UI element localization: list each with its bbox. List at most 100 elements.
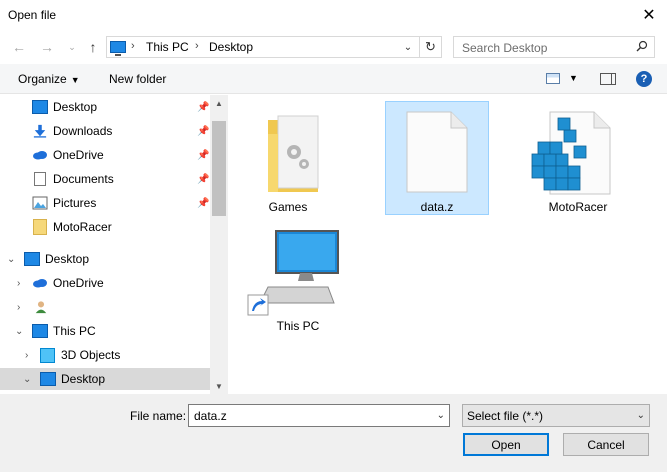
tree-item-label: This PC bbox=[53, 324, 96, 338]
file-name: MotoRacer bbox=[548, 200, 608, 214]
command-bar: Organize ▼ New folder ▼ ? bbox=[0, 64, 667, 94]
tree-item-user[interactable]: › bbox=[0, 296, 210, 318]
chevron-right-icon[interactable]: › bbox=[17, 302, 20, 313]
search-placeholder: Search Desktop bbox=[462, 41, 548, 55]
nav-item-label: MotoRacer bbox=[53, 220, 112, 234]
close-icon[interactable]: ✕ bbox=[639, 5, 659, 25]
nav-item-downloads[interactable]: Downloads 📌 bbox=[0, 120, 210, 142]
tree-item-desktop[interactable]: ⌄ Desktop bbox=[0, 248, 210, 270]
tree-item-onedrive[interactable]: › OneDrive bbox=[0, 272, 210, 294]
file-type-select[interactable]: Select file (*.*) ⌄ bbox=[462, 404, 650, 427]
breadcrumb-this-pc[interactable]: This PC bbox=[146, 40, 189, 54]
scrollbar-thumb[interactable] bbox=[212, 121, 226, 216]
nav-item-motoracer[interactable]: MotoRacer bbox=[0, 216, 210, 238]
chevron-down-icon[interactable]: ⌄ bbox=[23, 374, 31, 385]
nav-item-label: Documents bbox=[53, 172, 114, 186]
nav-item-documents[interactable]: Documents 📌 bbox=[0, 168, 210, 190]
pin-icon: 📌 bbox=[197, 173, 210, 185]
file-name-label: File name: bbox=[130, 409, 187, 423]
file-item-games[interactable]: Games bbox=[236, 102, 340, 216]
pin-icon: 📌 bbox=[197, 197, 210, 209]
chevron-down-icon[interactable]: ⌄ bbox=[15, 326, 23, 337]
pictures-icon bbox=[32, 196, 48, 210]
change-view-icon[interactable] bbox=[546, 73, 560, 84]
file-type-value: Select file (*.*) bbox=[467, 409, 544, 423]
recent-locations-chevron-icon[interactable]: ⌄ bbox=[63, 38, 81, 56]
address-row: ← → ⌄ ↑ › This PC › Desktop ⌄ ↻ Search D… bbox=[0, 30, 667, 64]
desktop-icon bbox=[32, 100, 48, 114]
open-button[interactable]: Open bbox=[463, 433, 549, 456]
breadcrumb-separator-icon[interactable]: › bbox=[195, 40, 199, 52]
file-item-this-pc[interactable]: This PC bbox=[246, 225, 350, 339]
nav-item-label: Desktop bbox=[53, 100, 98, 114]
onedrive-icon bbox=[33, 151, 47, 160]
title-bar: Open file ✕ bbox=[0, 0, 667, 30]
onedrive-icon bbox=[33, 279, 47, 288]
address-dropdown-icon[interactable]: ⌄ bbox=[401, 39, 415, 55]
nav-scrollbar[interactable]: ▲ ▼ bbox=[210, 95, 228, 394]
this-pc-icon bbox=[247, 230, 339, 316]
organize-label: Organize bbox=[18, 72, 67, 86]
file-item-data-z[interactable]: data.z bbox=[385, 101, 489, 215]
organize-button[interactable]: Organize ▼ bbox=[18, 72, 80, 86]
tree-item-desktop-selected[interactable]: ⌄ Desktop bbox=[0, 368, 210, 390]
back-arrow-icon[interactable]: ← bbox=[10, 38, 28, 56]
up-arrow-icon[interactable]: ↑ bbox=[84, 38, 102, 56]
new-folder-button[interactable]: New folder bbox=[109, 72, 166, 86]
help-icon[interactable]: ? bbox=[636, 71, 652, 87]
tree-item-label: Desktop bbox=[61, 372, 106, 386]
file-name: Games bbox=[268, 200, 308, 214]
tree-item-label: OneDrive bbox=[53, 276, 104, 290]
nav-item-label: Pictures bbox=[53, 196, 97, 210]
folder-icon bbox=[268, 115, 319, 192]
folder-icon bbox=[33, 219, 47, 235]
desktop-icon bbox=[24, 252, 40, 266]
tree-item-label: 3D Objects bbox=[61, 348, 121, 362]
preview-pane-icon[interactable] bbox=[600, 73, 616, 85]
chevron-down-icon[interactable]: ⌄ bbox=[437, 410, 445, 421]
breadcrumb-desktop[interactable]: Desktop bbox=[209, 40, 253, 54]
scroll-down-icon[interactable]: ▼ bbox=[210, 378, 228, 394]
chevron-right-icon[interactable]: › bbox=[17, 278, 20, 289]
file-list: Games data.z MotoRacer This PC bbox=[228, 95, 667, 394]
file-name: data.z bbox=[420, 200, 454, 214]
pin-icon: 📌 bbox=[197, 149, 210, 161]
view-options-chevron-icon[interactable]: ▼ bbox=[569, 73, 578, 83]
pin-icon: 📌 bbox=[197, 101, 210, 113]
3d-objects-icon bbox=[40, 347, 55, 363]
nav-item-label: OneDrive bbox=[53, 148, 104, 162]
chevron-down-icon: ▼ bbox=[70, 75, 80, 85]
file-name-value: data.z bbox=[194, 409, 227, 423]
cancel-button[interactable]: Cancel bbox=[563, 433, 649, 456]
refresh-icon[interactable]: ↻ bbox=[419, 37, 441, 57]
tree-item-label: Desktop bbox=[45, 252, 90, 266]
search-input[interactable]: Search Desktop bbox=[453, 36, 655, 58]
desktop-icon bbox=[40, 372, 56, 386]
navigation-pane: Desktop 📌 Downloads 📌 OneDrive 📌 Documen… bbox=[0, 95, 228, 394]
nav-item-label: Downloads bbox=[53, 124, 113, 138]
dialog-footer: File name: data.z ⌄ Select file (*.*) ⌄ … bbox=[0, 394, 667, 472]
search-icon bbox=[636, 40, 648, 52]
pin-icon: 📌 bbox=[197, 125, 210, 137]
tree-item-this-pc[interactable]: ⌄ This PC bbox=[0, 320, 210, 342]
tree-item-3d-objects[interactable]: › 3D Objects bbox=[0, 344, 210, 366]
this-pc-icon bbox=[32, 324, 48, 338]
registry-icon bbox=[531, 111, 611, 195]
scroll-up-icon[interactable]: ▲ bbox=[210, 95, 228, 111]
window-title: Open file bbox=[8, 8, 57, 22]
nav-item-pictures[interactable]: Pictures 📌 bbox=[0, 192, 210, 214]
user-icon bbox=[35, 301, 47, 314]
nav-item-desktop[interactable]: Desktop 📌 bbox=[0, 96, 210, 118]
this-pc-icon bbox=[110, 41, 126, 56]
chevron-down-icon[interactable]: ⌄ bbox=[7, 254, 15, 265]
nav-item-onedrive[interactable]: OneDrive 📌 bbox=[0, 144, 210, 166]
file-name-field[interactable]: data.z ⌄ bbox=[188, 404, 450, 427]
forward-arrow-icon[interactable]: → bbox=[38, 38, 56, 56]
chevron-down-icon[interactable]: ⌄ bbox=[637, 410, 645, 421]
download-icon bbox=[33, 124, 47, 138]
chevron-right-icon[interactable]: › bbox=[25, 350, 28, 361]
address-bar[interactable]: › This PC › Desktop ⌄ ↻ bbox=[106, 36, 442, 58]
file-item-motoracer[interactable]: MotoRacer bbox=[526, 102, 630, 216]
file-name: This PC bbox=[276, 319, 320, 333]
breadcrumb-separator-icon[interactable]: › bbox=[131, 40, 135, 52]
